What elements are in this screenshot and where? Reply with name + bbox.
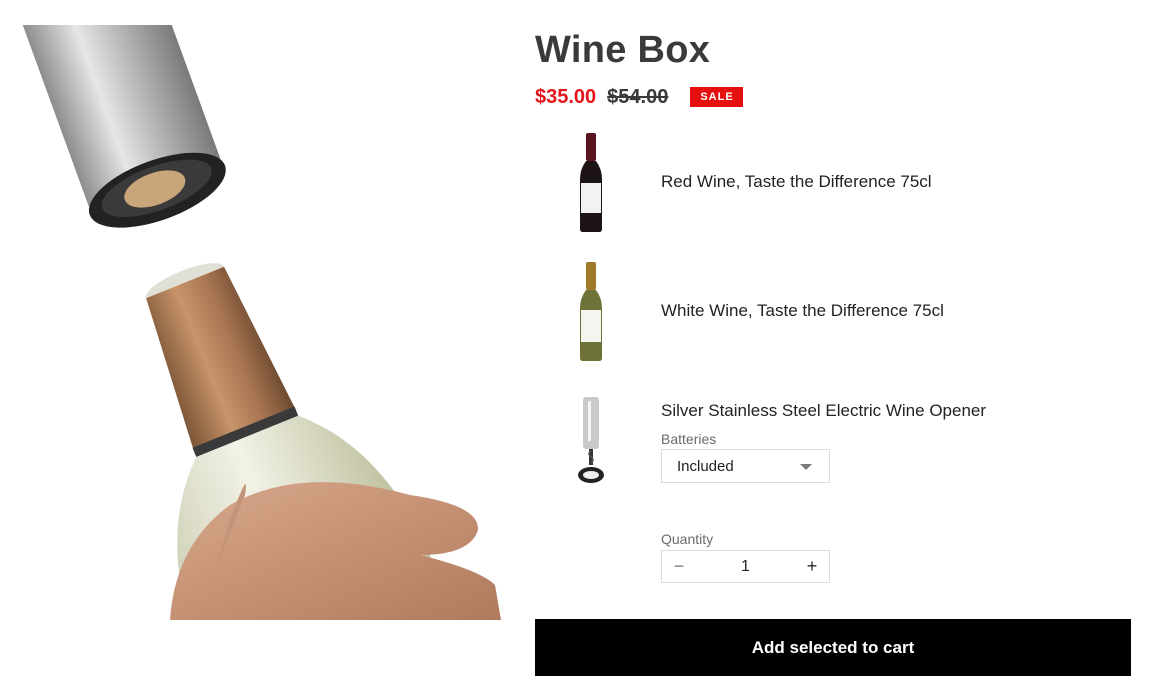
batteries-select[interactable]: Included	[661, 449, 830, 483]
quantity-stepper: − 1 +	[661, 550, 830, 583]
quantity-increase-button[interactable]: +	[795, 551, 829, 582]
quantity-decrease-button[interactable]: −	[662, 551, 696, 582]
chevron-down-icon	[800, 464, 812, 470]
sale-badge: SALE	[690, 87, 743, 107]
white-wine-bottle-icon	[567, 260, 615, 364]
sale-price: $35.00	[535, 85, 597, 108]
item-name: White Wine, Taste the Difference 75cl	[661, 301, 944, 320]
quantity-label: Quantity	[661, 531, 714, 547]
red-wine-bottle-icon	[567, 131, 615, 235]
price-row: $35.00 $54.00 SALE	[535, 84, 743, 110]
product-info: Wine Box $35.00 $54.00 SALE Red Wine, Ta…	[535, 0, 1135, 698]
product-image	[0, 25, 501, 620]
item-name: Silver Stainless Steel Electric Wine Ope…	[661, 401, 987, 420]
electric-wine-opener-icon	[567, 395, 615, 499]
compare-price: $54.00	[607, 85, 669, 108]
product-title: Wine Box	[535, 29, 711, 71]
add-to-cart-button[interactable]: Add selected to cart	[535, 619, 1131, 676]
quantity-value[interactable]: 1	[696, 558, 795, 576]
batteries-selected-value: Included	[677, 458, 734, 475]
batteries-label: Batteries	[661, 431, 717, 447]
item-name: Red Wine, Taste the Difference 75cl	[661, 172, 932, 191]
